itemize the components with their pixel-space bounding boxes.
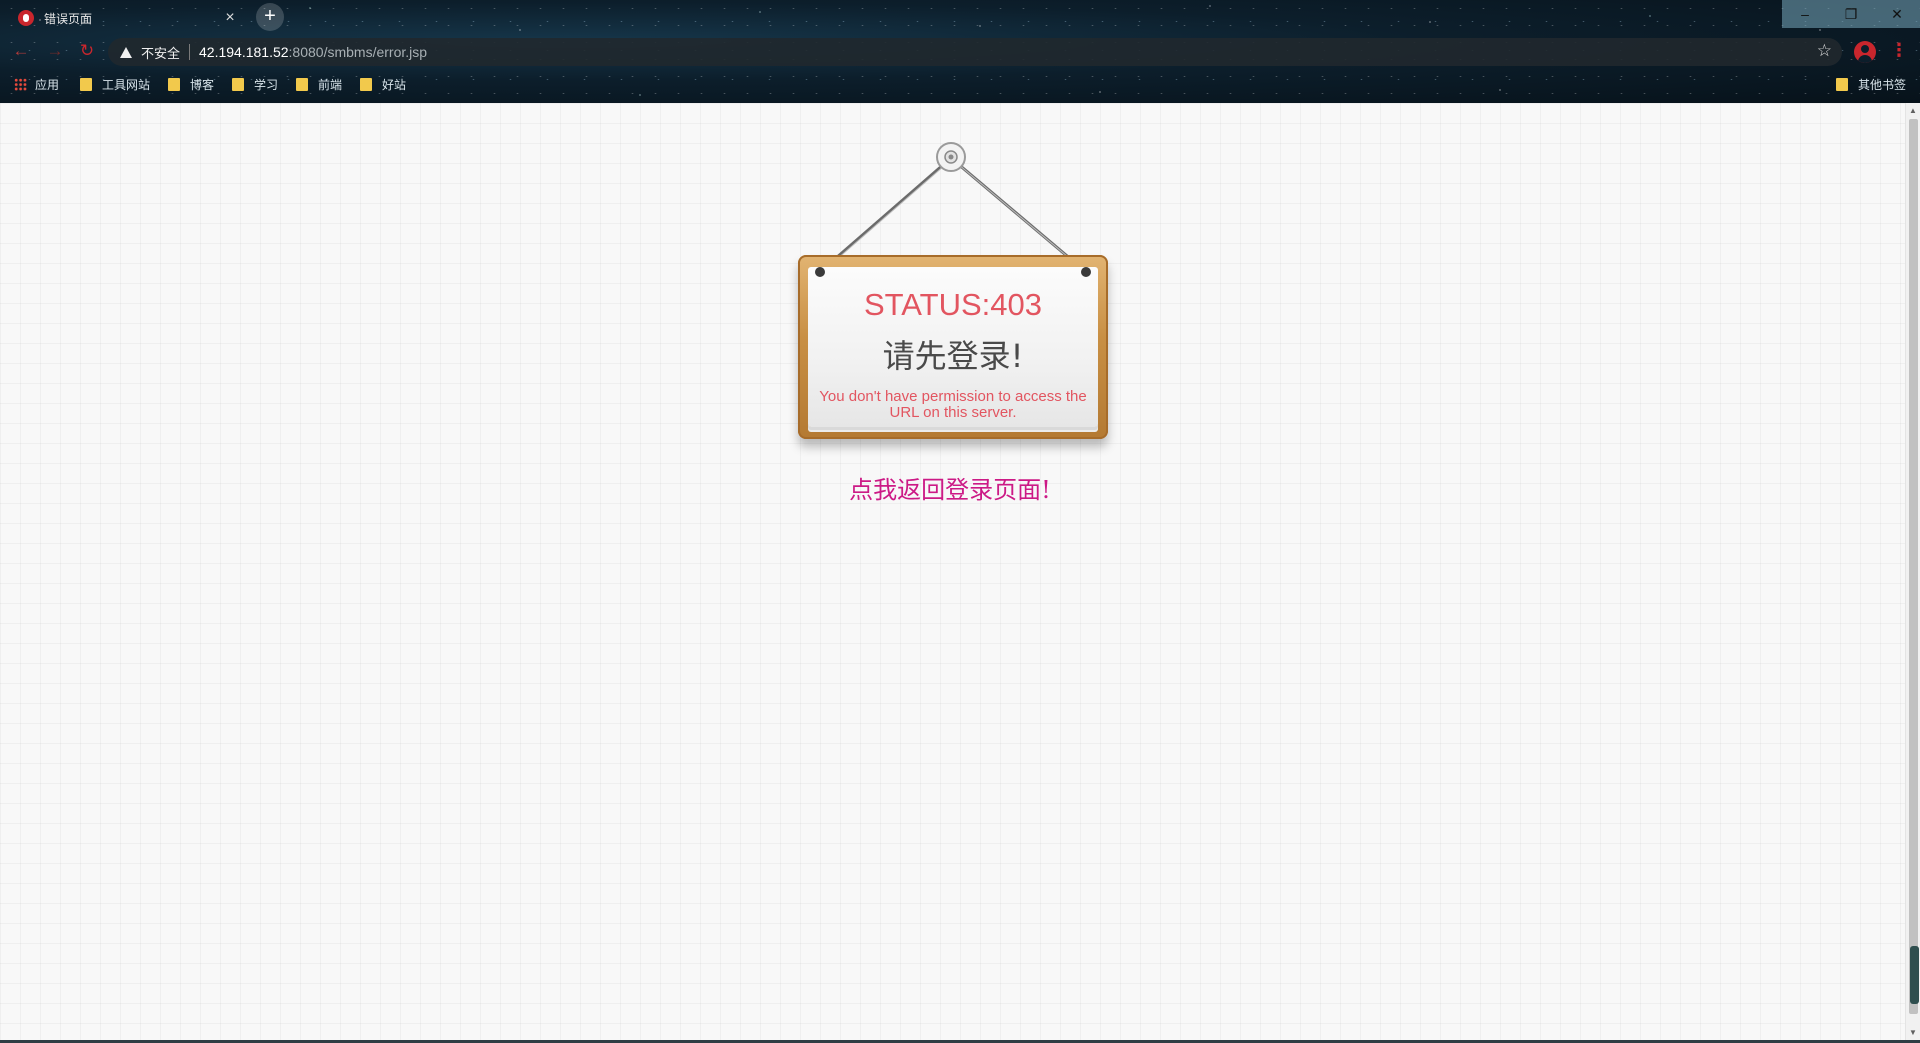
sign-nail-icon [815, 267, 1091, 277]
folder-icon [232, 78, 244, 91]
page-scrollbar[interactable]: ▲ ▼ [1905, 103, 1920, 1040]
restore-button[interactable]: ❐ [1828, 0, 1874, 28]
scrollbar-thumb[interactable] [1909, 119, 1918, 1014]
minimize-button[interactable]: – [1782, 0, 1828, 28]
bookmark-label: 工具网站 [102, 78, 151, 92]
url-path: :8080/smbms/error.jsp [288, 44, 428, 60]
url-host: 42.194.181.52 [199, 44, 289, 60]
bookmark-folder-blog[interactable]: 博客 [168, 76, 214, 93]
scroll-up-arrow-icon[interactable]: ▲ [1909, 106, 1917, 115]
site-favicon-icon [18, 10, 34, 26]
browser-chrome: 错误页面 × + – ❐ ✕ ← → ↻ 不安全 42.194.181.52:8… [0, 0, 1920, 103]
scroll-down-arrow-icon[interactable]: ▼ [1909, 1028, 1917, 1037]
sign-paper: STATUS:403 请先登录! You don't have permissi… [808, 267, 1098, 427]
folder-icon [80, 78, 92, 91]
folder-icon [296, 78, 308, 91]
menu-dots-icon[interactable]: ⋮ [1890, 40, 1908, 61]
apps-grid-icon [14, 78, 27, 91]
back-arrow-icon[interactable]: ← [10, 40, 32, 62]
bookmark-label: 学习 [254, 78, 279, 92]
forward-arrow-icon[interactable]: → [44, 40, 66, 62]
address-separator [189, 44, 191, 60]
warning-icon[interactable] [120, 46, 132, 58]
hanging-sign: STATUS:403 请先登录! You don't have permissi… [794, 141, 1114, 453]
bookmark-apps[interactable]: 应用 [14, 76, 59, 93]
folder-icon [1836, 78, 1848, 91]
bookmark-label: 应用 [35, 78, 60, 92]
address-bar[interactable]: 不安全 42.194.181.52:8080/smbms/error.jsp ☆ [108, 38, 1842, 66]
close-window-button[interactable]: ✕ [1874, 0, 1920, 28]
status-code: STATUS:403 [863, 287, 1043, 322]
security-label[interactable]: 不安全 [141, 43, 180, 62]
bookmark-label: 前端 [318, 78, 343, 92]
bookmark-folder-good-sites[interactable]: 好站 [360, 76, 406, 93]
browser-tab[interactable]: 错误页面 × [8, 2, 248, 34]
folder-icon [168, 78, 180, 91]
profile-avatar-icon[interactable] [1854, 41, 1876, 63]
bookmark-folder-tools[interactable]: 工具网站 [80, 76, 150, 93]
tab-title: 错误页面 [44, 11, 93, 26]
bookmark-folder-study[interactable]: 学习 [232, 76, 278, 93]
tab-close-icon[interactable]: × [222, 9, 238, 27]
bookmark-label: 博客 [190, 78, 215, 92]
back-to-login-link[interactable]: 点我返回登录页面! [790, 470, 1110, 505]
bookmark-other[interactable]: 其他书签 [1836, 76, 1906, 93]
bookmark-folder-frontend[interactable]: 前端 [296, 76, 342, 93]
permission-message: You don't have permission to access the … [819, 388, 1087, 421]
side-widget-handle[interactable] [1910, 946, 1919, 1004]
bookmark-star-icon[interactable]: ☆ [1817, 41, 1832, 61]
new-tab-button[interactable]: + [256, 3, 284, 31]
login-required-message: 请先登录! [882, 337, 1024, 375]
sign-board: STATUS:403 请先登录! You don't have permissi… [798, 255, 1108, 439]
reload-icon[interactable]: ↻ [76, 40, 98, 62]
bookmark-label: 好站 [382, 78, 407, 92]
bookmark-label: 其他书签 [1858, 78, 1907, 92]
bookmarks-bar: 应用 工具网站 博客 学习 前端 好站 其他书签 [0, 74, 1920, 96]
folder-icon [360, 78, 372, 91]
